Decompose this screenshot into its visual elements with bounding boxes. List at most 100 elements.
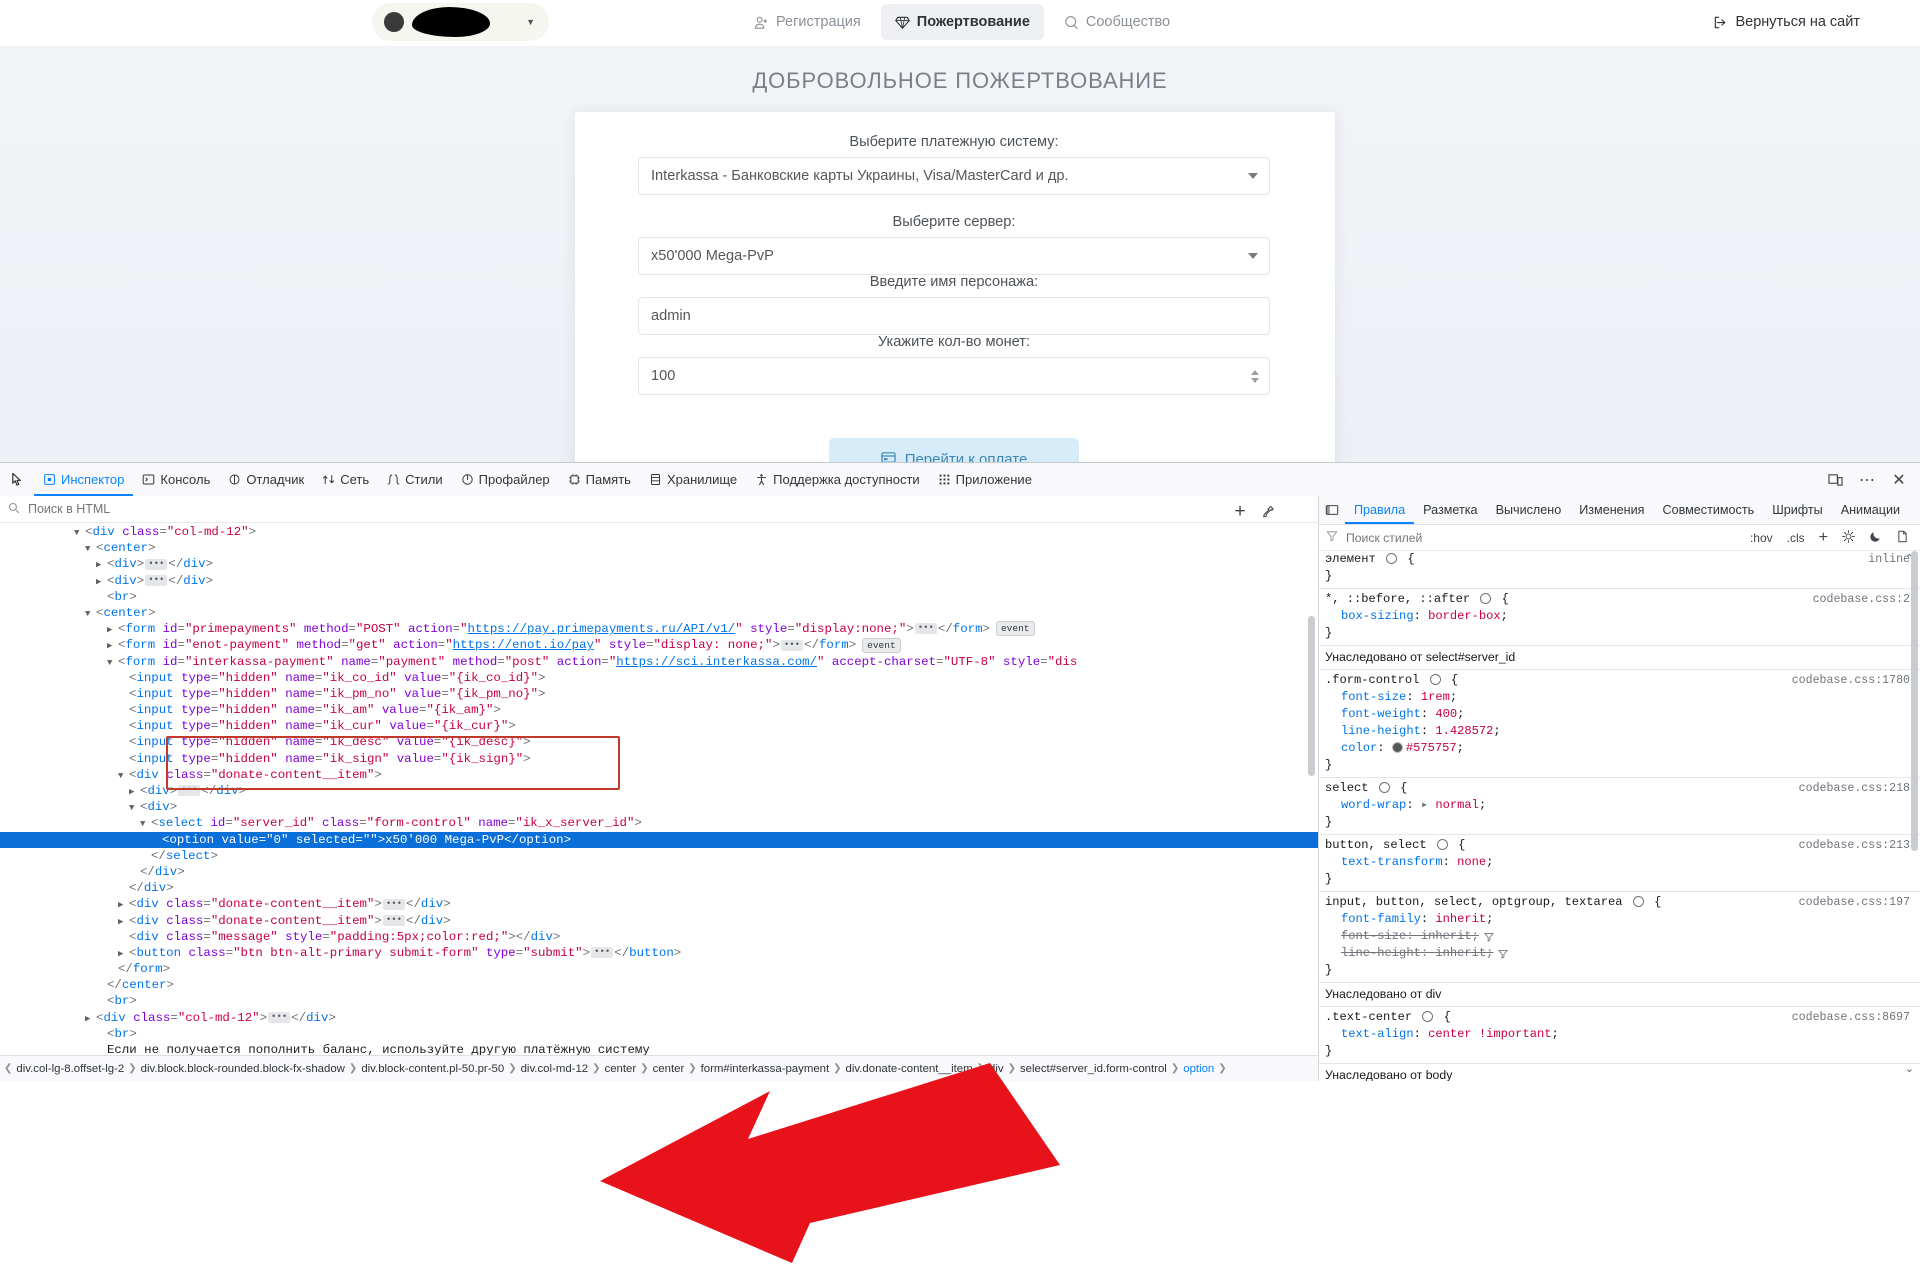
css-value[interactable]: border-box [1428,609,1501,623]
devtools-tab-8[interactable]: Хранилище [640,463,746,496]
twisty-icon[interactable]: ▶ [129,784,140,800]
devtools-menu-icon[interactable]: ⋯ [1852,466,1882,494]
css-property[interactable]: text-align [1325,1027,1414,1041]
gear-icon[interactable] [1429,674,1441,686]
twisty-icon[interactable]: ▶ [107,638,118,654]
html-tree-node[interactable]: <input type="hidden" name="ik_am" value=… [0,702,1318,718]
css-value[interactable]: inherit [1435,946,1486,960]
classes-button[interactable]: .cls [1783,531,1809,545]
color-swatch[interactable] [1391,742,1403,754]
element-picker-icon[interactable] [0,463,34,496]
rules-tab-1[interactable]: Правила [1345,496,1414,524]
html-tree-node[interactable]: ▼ <center> [0,540,1318,556]
css-selector[interactable]: button, select {codebase.css:213 [1325,837,1920,854]
html-tree-node[interactable]: ▶ <div class="donate-content__item"> ••• </… [0,913,1318,929]
rules-scrollbar[interactable] [1911,551,1918,851]
breadcrumb-scroll-left-icon[interactable]: ❮ [4,1063,12,1074]
devtools-tab-1[interactable]: Инспектор [34,463,133,496]
css-property[interactable]: line-height [1325,724,1421,738]
gear-icon[interactable] [1422,1011,1434,1023]
html-search-input[interactable] [26,501,1310,517]
css-selector[interactable]: *, ::before, ::after {codebase.css:2 [1325,591,1920,608]
style-filter-input[interactable] [1344,529,1740,546]
css-declaration[interactable]: font-size: 1rem; [1325,689,1920,706]
css-rule[interactable]: select {codebase.css:218 word-wrap: ▸ nor… [1319,778,1920,835]
back-to-site-link[interactable]: Вернуться на сайт [1713,4,1860,40]
breadcrumb-item[interactable]: div.block-content.pl-50.pr-50 [357,1063,508,1075]
eyedropper-icon[interactable] [1256,500,1280,524]
devtools-tab-9[interactable]: Поддержка доступности [746,463,929,496]
devtools-tab-4[interactable]: Сеть [313,463,378,496]
css-declaration[interactable]: font-family: inherit; [1325,911,1920,928]
html-tree[interactable]: ▼ <div class="col-md-12"> ▼ <center> ▶ <div> •… [0,522,1318,1055]
html-tree-node[interactable]: <br> [0,993,1318,1009]
breadcrumb-item[interactable]: div.block.block-rounded.block-fx-shadow [137,1063,349,1075]
twisty-icon[interactable]: ▼ [107,655,118,671]
rules-tab-5[interactable]: Совместимость [1653,496,1763,524]
html-tree-node[interactable]: ▼ <div class="col-md-12"> [0,524,1318,540]
html-tree-node[interactable]: ▼ <div class="donate-content__item"> [0,767,1318,783]
hover-states-button[interactable]: :hov [1746,531,1777,545]
coins-input[interactable]: 100 [638,357,1270,395]
html-tree-node[interactable]: ▼ <select id="server_id" class="form-cont… [0,815,1318,831]
close-devtools-icon[interactable]: ✕ [1884,466,1914,494]
css-property[interactable]: box-sizing [1325,609,1414,623]
html-tree-node[interactable]: ▶ <form id="primepayments" method="POST" … [0,621,1318,637]
breadcrumb-scroll-right-icon[interactable]: ❯ [1218,1063,1226,1074]
css-rule[interactable]: .form-control {codebase.css:1780 font-siz… [1319,670,1920,778]
scroll-down-icon[interactable]: ⌄ [1905,1062,1914,1075]
html-tree-node[interactable]: <input type="hidden" name="ik_sign" valu… [0,751,1318,767]
css-value[interactable]: ▸ normal [1421,798,1479,812]
html-tree-node[interactable]: <input type="hidden" name="ik_cur" value… [0,718,1318,734]
css-declaration[interactable]: font-weight: 400; [1325,706,1920,723]
html-tree-node[interactable]: ▶ <div> ••• </div> [0,573,1318,589]
devtools-tab-3[interactable]: Отладчик [219,463,313,496]
css-value[interactable]: 1.428572 [1435,724,1493,738]
css-selector[interactable]: .text-center {codebase.css:8697 [1325,1009,1920,1026]
twisty-icon[interactable]: ▶ [118,946,129,962]
html-tree-node[interactable]: <input type="hidden" name="ik_pm_no" val… [0,686,1318,702]
add-node-icon[interactable]: + [1228,500,1252,524]
server-select[interactable]: x50'000 Mega-PvP [638,237,1270,275]
twisty-icon[interactable]: ▶ [85,1011,96,1027]
breadcrumb-item[interactable]: div.donate-content__item [842,1063,977,1075]
css-property[interactable]: word-wrap [1325,798,1406,812]
html-tree-node[interactable]: ▶ <button class="btn btn-alt-primary subm… [0,945,1318,961]
twisty-icon[interactable]: ▼ [74,525,85,541]
twisty-icon[interactable]: ▼ [129,800,140,816]
css-property[interactable]: font-size [1325,929,1406,943]
html-tree-node[interactable]: ▶ <div class="col-md-12"> ••• </div> [0,1010,1318,1026]
rule-source[interactable]: codebase.css:8697 [1792,1009,1910,1026]
dark-scheme-icon[interactable] [1865,530,1886,546]
css-rules-list[interactable]: элемент {inline} *, ::before, ::after {co… [1319,549,1920,1081]
devtools-tab-2[interactable]: Консоль [133,463,219,496]
css-rule[interactable]: input, button, select, optgroup, textare… [1319,892,1920,983]
devtools-tab-7[interactable]: Память [559,463,640,496]
twisty-icon[interactable]: ▼ [85,541,96,557]
brand-logo[interactable]: ▼ [372,3,549,41]
gear-icon[interactable] [1436,839,1448,851]
html-tree-scrollbar[interactable] [1308,616,1315,776]
breadcrumb-item[interactable]: form#interkassa-payment [697,1063,834,1075]
html-tree-node[interactable]: <br> [0,589,1318,605]
twisty-icon[interactable]: ▶ [96,574,107,590]
rule-source[interactable]: codebase.css:197 [1799,894,1910,911]
html-tree-node[interactable]: ▶ <div> ••• </div> [0,556,1318,572]
twisty-icon[interactable]: ▼ [118,768,129,784]
css-declaration[interactable]: text-align: center !important; [1325,1026,1920,1043]
html-tree-node[interactable]: </div> [0,880,1318,896]
css-property[interactable]: line-height [1325,946,1421,960]
css-value[interactable]: #575757 [1391,741,1457,755]
print-styles-icon[interactable] [1892,530,1913,546]
rule-source[interactable]: codebase.css:1780 [1792,672,1910,689]
number-stepper[interactable] [1247,365,1263,387]
css-declaration[interactable]: word-wrap: ▸ normal; [1325,797,1920,814]
css-property[interactable]: color [1325,741,1377,755]
html-tree-node[interactable]: ▼ <center> [0,605,1318,621]
breadcrumb-item[interactable]: option [1179,1063,1218,1075]
html-tree-node[interactable]: ▶ <div> ••• </div> [0,783,1318,799]
css-value[interactable]: inherit [1421,929,1472,943]
gear-icon[interactable] [1378,782,1390,794]
html-tree-node[interactable]: ▶ <div class="donate-content__item"> ••• </… [0,896,1318,912]
rule-source[interactable]: codebase.css:2 [1813,591,1910,608]
